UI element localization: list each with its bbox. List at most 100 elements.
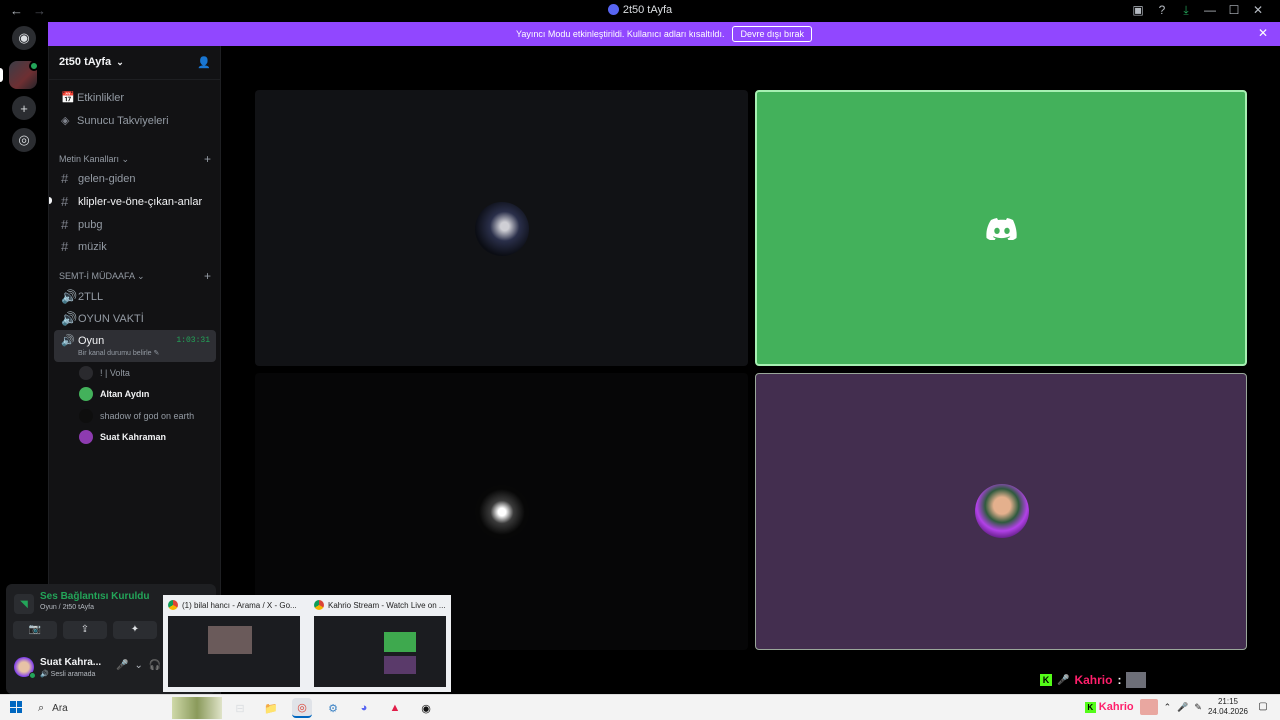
screen-share-icon[interactable]: ▣ — [1126, 3, 1150, 18]
minimize-button[interactable]: — — [1198, 3, 1222, 18]
camera-off-button[interactable]: 📷 — [13, 621, 57, 639]
nav-events[interactable]: 📅 Etkinlikler — [61, 91, 125, 105]
search-icon: ⌕ — [38, 701, 45, 714]
nav-events-label: Etkinlikler — [77, 91, 125, 104]
server-icon — [607, 4, 619, 15]
channel-gelen-giden[interactable]: # gelen-giden — [61, 171, 211, 186]
stream-overlay: K 🎤 Kahrio : — [1040, 672, 1147, 688]
add-server-icon[interactable]: + — [12, 96, 36, 120]
chevron-down-icon: ⌄ — [116, 57, 124, 67]
discord-logo-icon — [986, 218, 1017, 240]
activities-button[interactable]: ✦ — [113, 621, 157, 639]
preview-content — [384, 632, 416, 652]
tray-stream-label: K Kahrio — [1084, 701, 1134, 713]
channel-label: gelen-giden — [78, 172, 136, 185]
channel-muzik[interactable]: # müzik — [61, 239, 211, 254]
microphone-icon[interactable]: 🎤 — [116, 660, 128, 671]
participant-tile[interactable] — [755, 373, 1247, 650]
voice-channel-oyun[interactable]: 🔊 Oyun 1:03:31 Bir kanal durumu belirle … — [54, 330, 216, 362]
create-channel-icon[interactable]: + — [204, 269, 211, 283]
preview-content — [208, 626, 252, 654]
chevron-down-icon[interactable]: ⌄ — [134, 660, 142, 671]
maximize-button[interactable]: ☐ — [1222, 3, 1246, 18]
show-hidden-icons-icon[interactable]: ⌃ — [1164, 702, 1172, 713]
streaming-app-icon[interactable]: ▲ — [385, 698, 405, 718]
tray-avatar — [1139, 699, 1158, 715]
hash-icon: # — [61, 171, 69, 186]
discord-home-icon[interactable]: ◉ — [12, 26, 36, 50]
channel-pubg[interactable]: # pubg — [61, 217, 211, 232]
boost-icon: ◈ — [61, 115, 70, 127]
chrome-icon — [314, 600, 324, 610]
pen-icon[interactable]: ✎ — [1194, 702, 1202, 713]
download-icon[interactable]: ⤓ — [1174, 3, 1198, 18]
call-timer: 1:03:31 — [176, 336, 210, 345]
help-icon[interactable]: ? — [1150, 3, 1174, 18]
avatar — [79, 387, 93, 401]
microphone-icon[interactable]: 🎤 — [1177, 702, 1188, 713]
voice-member[interactable]: shadow of god on earth — [79, 409, 194, 423]
window-title-text: 2t50 tAyfa — [622, 4, 673, 16]
member-name: Altan Aydın — [100, 389, 150, 399]
windows-start-icon[interactable] — [10, 701, 22, 713]
file-explorer-icon[interactable]: 📁 — [261, 698, 281, 718]
voice-member[interactable]: ! | Volta — [79, 366, 130, 380]
screen-share-button[interactable]: ⇪ — [63, 621, 107, 639]
discover-icon[interactable]: ◎ — [12, 128, 36, 152]
close-banner-icon[interactable]: ✕ — [1258, 26, 1268, 40]
taskbar-search-input[interactable]: ⌕ Ara — [32, 697, 224, 719]
overlay-separator: : — [1117, 673, 1122, 687]
voice-channel-oyun-vakti[interactable]: 🔊 OYUN VAKTİ — [61, 311, 211, 327]
current-user-state: 🔊 Sesli aramada — [40, 671, 96, 678]
voice-status-subtitle[interactable]: Oyun / 2t50 tAyfa — [40, 604, 94, 611]
window-preview[interactable]: (1) bilal hancı - Arama / X - Go... — [163, 595, 305, 692]
taskbar-clock[interactable]: 21:15 24.04.2026 — [1208, 697, 1248, 717]
server-name: 2t50 tAyfa — [59, 56, 112, 68]
discord-taskbar-icon[interactable]: ◕ — [354, 698, 374, 718]
disable-streamer-mode-button[interactable]: Devre dışı bırak — [732, 26, 812, 42]
participant-tile-speaking[interactable] — [755, 90, 1247, 366]
category-label: SEMT-İ MÜDAAFA ⌄ — [59, 271, 145, 281]
avatar — [975, 484, 1029, 538]
channel-label: müzik — [78, 240, 107, 253]
window-preview[interactable]: Kahrio Stream - Watch Live on ... — [309, 595, 451, 692]
member-name: Suat Kahraman — [100, 432, 167, 442]
user-controls: 🎤 ⌄ 🎧 — [116, 660, 161, 671]
category-text-channels[interactable]: Metin Kanalları ⌄ + — [59, 152, 211, 166]
avatar — [475, 485, 529, 539]
voice-channel-2tll[interactable]: 🔊 2TLL — [61, 289, 211, 305]
voice-member[interactable]: Altan Aydın — [79, 387, 149, 401]
tray-name: Kahrio — [1098, 701, 1134, 713]
close-window-button[interactable]: ✕ — [1246, 3, 1270, 18]
signal-icon[interactable]: ◥ — [14, 594, 34, 614]
search-highlight-image — [172, 697, 222, 719]
channel-label: pubg — [78, 218, 103, 231]
category-voice-channels[interactable]: SEMT-İ MÜDAAFA ⌄ + — [59, 269, 211, 283]
preview-image — [168, 616, 300, 687]
notification-icon[interactable]: ▢ — [1254, 698, 1272, 716]
create-channel-icon[interactable]: + — [204, 152, 211, 166]
avatar — [79, 430, 93, 444]
voice-member[interactable]: Suat Kahraman — [79, 430, 166, 444]
kick-logo-icon: K — [1040, 674, 1052, 686]
nav-boosts-label: Sunucu Takviyeleri — [77, 114, 169, 127]
channel-label: klipler-ve-öne-çıkan-anlar — [78, 195, 203, 208]
taskbar-apps: ⊟ 📁 ◎ ⚙ ◕ ▲ ◉ — [230, 698, 436, 718]
invite-people-icon[interactable]: 👤 — [197, 56, 211, 69]
voice-status-title[interactable]: Ses Bağlantısı Kuruldu — [40, 591, 149, 602]
participant-tile[interactable] — [255, 90, 748, 366]
channel-klipler[interactable]: # klipler-ve-öne-çıkan-anlar — [61, 194, 211, 209]
preview-title: (1) bilal hancı - Arama / X - Go... — [182, 600, 297, 610]
set-channel-status[interactable]: Bir kanal durumu belirle ✎ — [78, 349, 159, 357]
settings-app-icon[interactable]: ⚙ — [323, 698, 343, 718]
member-name: shadow of god on earth — [100, 411, 195, 421]
chrome-taskbar-icon[interactable]: ◎ — [292, 698, 312, 718]
nav-server-boosts[interactable]: ◈ Sunucu Takviyeleri — [61, 114, 169, 128]
streamer-mode-banner: Yayıncı Modu etkinleştirildi. Kullanıcı … — [48, 22, 1280, 46]
obs-icon[interactable]: ◉ — [416, 698, 436, 718]
task-view-icon[interactable]: ⊟ — [230, 698, 250, 718]
headphones-icon[interactable]: 🎧 — [149, 660, 161, 671]
server-header[interactable]: 2t50 tAyfa ⌄ 👤 — [59, 56, 211, 69]
hash-icon: # — [61, 239, 69, 254]
current-user-name[interactable]: Suat Kahra... — [40, 657, 101, 668]
